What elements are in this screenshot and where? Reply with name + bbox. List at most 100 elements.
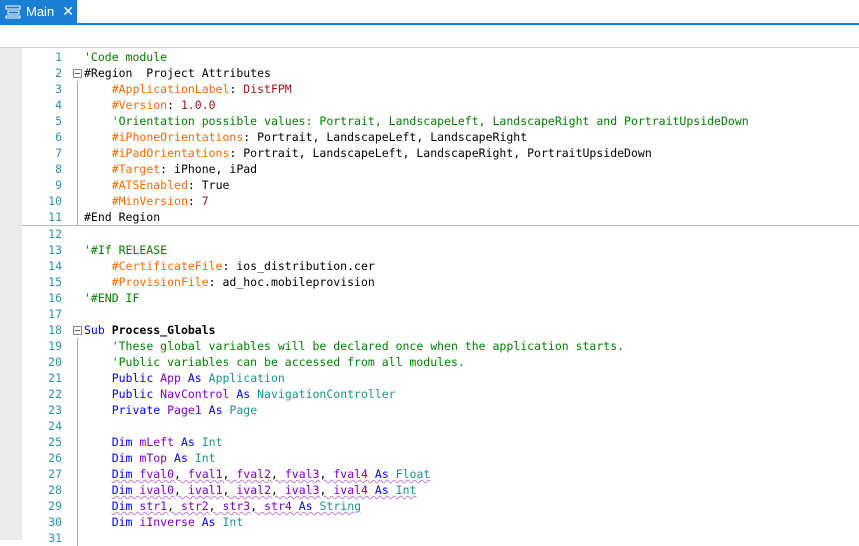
- fold-guide: [77, 145, 78, 161]
- token: ,: [271, 483, 285, 497]
- fold-toggle-icon[interactable]: [73, 69, 82, 78]
- code-text: #Target: iPhone, iPad: [84, 161, 257, 177]
- code-line[interactable]: 6 #iPhoneOrientations: Portrait, Landsca…: [22, 129, 859, 145]
- code-line[interactable]: 17: [22, 306, 859, 322]
- token: ,: [174, 483, 188, 497]
- token: #ProvisionFile: [112, 275, 209, 289]
- token: NavigationController: [257, 387, 395, 401]
- token: As: [202, 515, 223, 529]
- gutter: [0, 48, 22, 540]
- code-text: #ApplicationLabel: DistFPM: [84, 81, 292, 97]
- code-line[interactable]: 29 Dim str1, str2, str3, str4 As String: [22, 498, 859, 514]
- fold-guide: [77, 177, 78, 193]
- code-line[interactable]: 20 'Public variables can be accessed fro…: [22, 354, 859, 370]
- token: [84, 499, 112, 513]
- fold-guide: [77, 161, 78, 177]
- code-line[interactable]: 9 #ATSEnabled: True: [22, 177, 859, 193]
- token: fval1: [188, 467, 223, 481]
- token: #Region Project Attributes: [84, 66, 271, 80]
- token: Page1: [167, 403, 209, 417]
- token: ival0: [139, 483, 174, 497]
- line-number: 31: [22, 530, 62, 546]
- code-line[interactable]: 26 Dim mTop As Int: [22, 450, 859, 466]
- token: As: [236, 387, 257, 401]
- code-line[interactable]: 16'#END IF: [22, 290, 859, 306]
- code-line[interactable]: 30 Dim iInverse As Int: [22, 514, 859, 530]
- code-line[interactable]: 5 'Orientation possible values: Portrait…: [22, 113, 859, 129]
- code-lines[interactable]: 1'Code module2#Region Project Attributes…: [22, 49, 859, 546]
- line-number: 26: [22, 450, 62, 466]
- token: : Portrait, LandscapeLeft, LandscapeRigh…: [243, 130, 527, 144]
- code-text: '#If RELEASE: [84, 242, 167, 258]
- token: Public: [112, 371, 160, 385]
- code-line[interactable]: 21 Public App As Application: [22, 370, 859, 386]
- code-line[interactable]: 4 #Version: 1.0.0: [22, 97, 859, 113]
- token: str4: [264, 499, 299, 513]
- code-line[interactable]: 19 'These global variables will be decla…: [22, 338, 859, 354]
- fold-guide: [77, 193, 78, 209]
- code-line[interactable]: 31: [22, 530, 859, 546]
- token: [84, 483, 112, 497]
- token: ,: [223, 483, 237, 497]
- code-line[interactable]: 1'Code module: [22, 49, 859, 65]
- code-line[interactable]: 22 Public NavControl As NavigationContro…: [22, 386, 859, 402]
- code-line[interactable]: 3 #ApplicationLabel: DistFPM: [22, 81, 859, 97]
- fold-guide: [77, 386, 78, 402]
- code-line[interactable]: 23 Private Page1 As Page: [22, 402, 859, 418]
- code-line[interactable]: 7 #iPadOrientations: Portrait, Landscape…: [22, 145, 859, 161]
- code-line[interactable]: 2#Region Project Attributes: [22, 65, 859, 81]
- fold-guide: [77, 402, 78, 418]
- line-number: 29: [22, 498, 62, 514]
- token: Float: [396, 467, 431, 481]
- code-line[interactable]: 25 Dim mLeft As Int: [22, 434, 859, 450]
- fold-guide: [77, 81, 78, 97]
- token: str1: [139, 499, 167, 513]
- token: str3: [223, 499, 251, 513]
- close-icon[interactable]: ✕: [62, 3, 74, 20]
- token: As: [299, 499, 320, 513]
- line-number: 17: [22, 306, 62, 322]
- code-text: #iPadOrientations: Portrait, LandscapeLe…: [84, 145, 652, 161]
- code-line[interactable]: 24: [22, 418, 859, 434]
- line-number: 12: [22, 226, 62, 242]
- code-text: Public NavControl As NavigationControlle…: [84, 386, 396, 402]
- token: Process_Globals: [112, 323, 216, 337]
- code-line[interactable]: 10 #MinVersion: 7: [22, 193, 859, 209]
- token: ,: [319, 467, 333, 481]
- code-line[interactable]: 27 Dim fval0, fval1, fval2, fval3, fval4…: [22, 466, 859, 482]
- line-number: 10: [22, 193, 62, 209]
- token: : Portrait, LandscapeLeft, LandscapeRigh…: [229, 146, 651, 160]
- line-number: 27: [22, 466, 62, 482]
- token: Int: [396, 483, 417, 497]
- token: #Target: [112, 162, 160, 176]
- fold-toggle-icon[interactable]: [73, 326, 82, 335]
- code-line[interactable]: 18Sub Process_Globals: [22, 322, 859, 338]
- fold-guide: [77, 434, 78, 450]
- code-line[interactable]: 11#End Region: [22, 209, 859, 226]
- token: [84, 451, 112, 465]
- fold-guide: [77, 530, 78, 546]
- token: [84, 355, 112, 369]
- code-text: #CertificateFile: ios_distribution.cer: [84, 258, 375, 274]
- code-line[interactable]: 12: [22, 226, 859, 242]
- code-line[interactable]: 15 #ProvisionFile: ad_hoc.mobileprovisio…: [22, 274, 859, 290]
- token: #End Region: [84, 210, 160, 224]
- code-editor[interactable]: 1'Code module2#Region Project Attributes…: [0, 48, 859, 540]
- fold-guide: [77, 338, 78, 354]
- fold-guide: [77, 466, 78, 482]
- code-line[interactable]: 14 #CertificateFile: ios_distribution.ce…: [22, 258, 859, 274]
- line-number: 22: [22, 386, 62, 402]
- token: [84, 371, 112, 385]
- token: str2: [181, 499, 209, 513]
- code-text: Private Page1 As Page: [84, 402, 257, 418]
- token: 'Code module: [84, 50, 167, 64]
- token: Dim: [112, 451, 140, 465]
- token: fval2: [236, 467, 271, 481]
- token: '#END IF: [84, 291, 139, 305]
- token: ,: [167, 499, 181, 513]
- token: Dim: [112, 499, 140, 513]
- tab-main[interactable]: Main ✕: [0, 0, 77, 23]
- code-line[interactable]: 8 #Target: iPhone, iPad: [22, 161, 859, 177]
- code-line[interactable]: 28 Dim ival0, ival1, ival2, ival3, ival4…: [22, 482, 859, 498]
- code-line[interactable]: 13'#If RELEASE: [22, 242, 859, 258]
